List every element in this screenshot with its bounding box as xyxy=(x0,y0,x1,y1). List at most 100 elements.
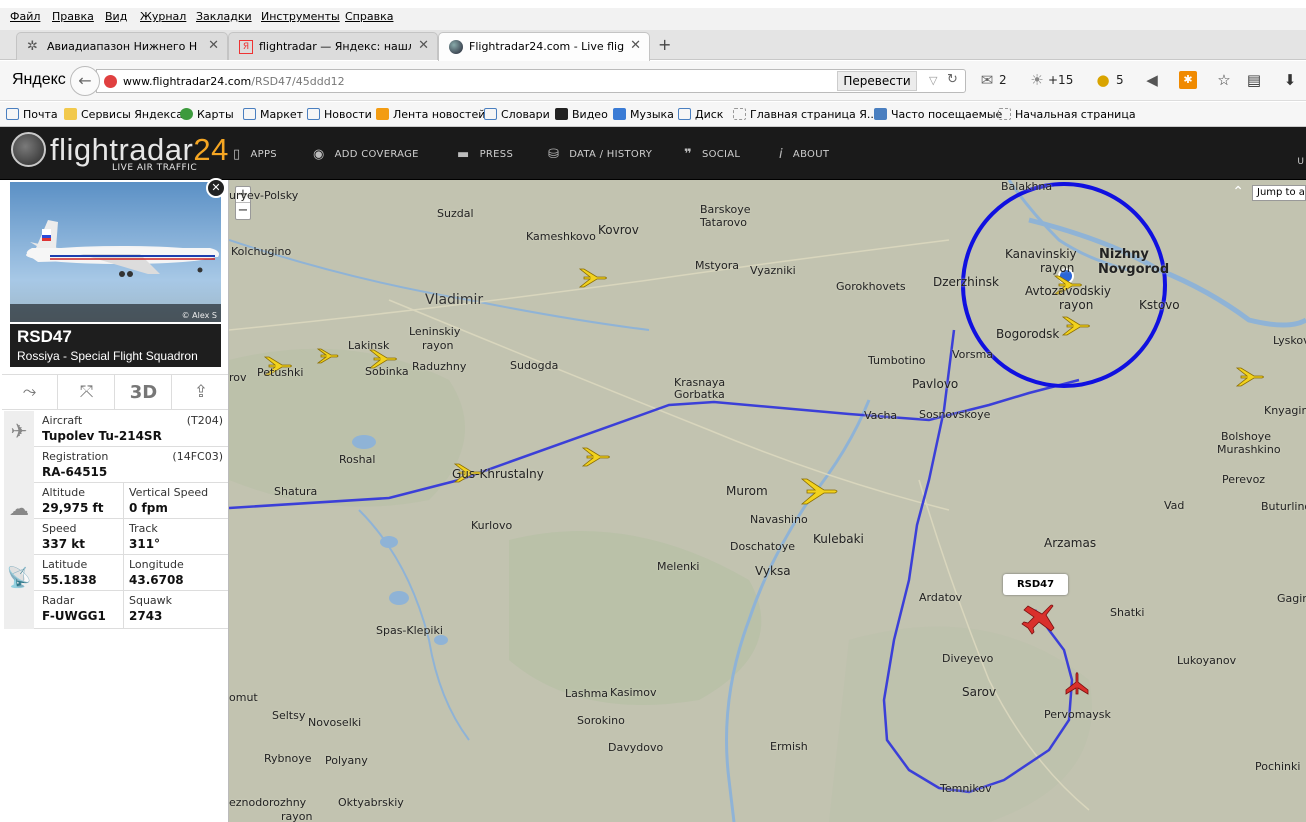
nav-add-coverage[interactable]: ◉ ADD COVERAGE xyxy=(313,147,419,162)
zoom-out-button[interactable]: − xyxy=(236,203,250,219)
tab-title: Авиадиапазон Нижнего Нов... xyxy=(47,40,197,53)
mail-icon[interactable]: ✉ xyxy=(978,71,996,89)
city-label: Rybnoye xyxy=(264,752,312,765)
maps-icon xyxy=(180,108,193,120)
url-text[interactable]: www.flightradar24.com/RSD47/45ddd12 xyxy=(123,75,345,88)
fr24-header: flightradar24 LIVE AIR TRAFFIC ▯ APPS ◉ AD… xyxy=(0,127,1306,180)
city-label: Buturlino xyxy=(1261,500,1306,513)
reading-list-icon[interactable]: ▤ xyxy=(1245,71,1263,89)
share-button[interactable]: ⇪ xyxy=(173,375,229,410)
speed-label: Speed xyxy=(42,522,77,535)
flight-map-label[interactable]: RSD47 xyxy=(1003,574,1068,595)
bookmark-label: Маркет xyxy=(260,108,304,121)
city-label: Raduzhny xyxy=(412,360,467,373)
squawk-value: 2743 xyxy=(129,609,163,623)
flightradar-favicon-icon xyxy=(449,40,463,54)
bookmark-label: Словари xyxy=(501,108,550,121)
bookmark-market[interactable]: Маркет xyxy=(243,108,303,121)
close-icon[interactable]: ✕ xyxy=(208,38,219,53)
registration-value: RA-64515 xyxy=(42,465,108,479)
site-identity-icon[interactable] xyxy=(104,75,117,88)
divider xyxy=(123,555,124,591)
bookmark-news[interactable]: Новости xyxy=(307,108,372,121)
nav-about[interactable]: i ABOUT xyxy=(779,147,829,162)
close-panel-button[interactable]: ✕ xyxy=(206,178,226,198)
menu-tools[interactable]: Инструменты xyxy=(261,10,340,23)
bookmark-video[interactable]: Видео xyxy=(555,108,608,121)
star-icon[interactable]: ☆ xyxy=(1215,71,1233,89)
tab-flightradar[interactable]: Flightradar24.com - Live flight... ✕ xyxy=(438,32,650,61)
longitude-value: 43.6708 xyxy=(129,573,184,587)
reload-icon[interactable]: ↻ xyxy=(947,72,958,87)
city-label: Kanavinskiy xyxy=(1005,247,1077,261)
nav-label: APPS xyxy=(250,149,277,160)
city-label: Petushki xyxy=(257,366,304,379)
bookmark-maps[interactable]: Карты xyxy=(180,108,234,121)
traffic-icon[interactable]: ● xyxy=(1094,71,1112,89)
altitude-label: Altitude xyxy=(42,486,85,499)
gear-site-icon: ✲ xyxy=(27,39,38,54)
url-dropdown-icon[interactable]: ▽ xyxy=(929,74,937,87)
bookmark-music[interactable]: Музыка xyxy=(613,108,674,121)
city-label: Spas-Klepiki xyxy=(376,624,443,637)
mail-count[interactable]: 2 xyxy=(999,73,1007,87)
logo-main: flightradar xyxy=(50,132,194,167)
city-label: Sosnovskoye xyxy=(919,408,991,421)
info-icon: i xyxy=(779,147,783,162)
weather-temp[interactable]: +15 xyxy=(1048,73,1073,87)
translate-button[interactable]: Перевести xyxy=(837,71,917,91)
divider xyxy=(123,483,124,519)
city-label: Navashino xyxy=(750,513,808,526)
close-icon[interactable]: ✕ xyxy=(418,38,429,53)
route-icon: ⤳ xyxy=(22,382,37,402)
odnoklassniki-icon[interactable]: ✱ xyxy=(1179,71,1197,89)
map-view[interactable]: + − ⌃ Jump to ar RSD47 uryev-Polsky Suzd… xyxy=(229,180,1306,822)
tab-yandex-search[interactable]: Я flightradar — Яндекс: нашло... ✕ xyxy=(228,32,438,60)
city-label: Avtozavodskiy xyxy=(1025,284,1112,298)
bookmark-news-feed[interactable]: Лента новостей xyxy=(376,108,485,121)
traffic-level[interactable]: 5 xyxy=(1116,73,1124,87)
bookmark-disk[interactable]: Диск xyxy=(678,108,723,121)
city-label: Vorsma xyxy=(952,348,994,361)
bookmark-yandex-home[interactable]: Главная страница Я... xyxy=(733,108,877,121)
menu-bookmarks[interactable]: Закладки xyxy=(196,10,252,23)
registration-label: Registration xyxy=(42,450,109,463)
nav-data-history[interactable]: ⛁ DATA / HISTORY xyxy=(548,147,652,162)
back-button[interactable]: ← xyxy=(70,66,100,96)
route-button[interactable]: ⤳ xyxy=(2,375,58,410)
bookmark-mail[interactable]: Почта xyxy=(6,108,58,121)
chevron-up-icon[interactable]: ⌃ xyxy=(1232,184,1244,200)
menu-help[interactable]: Справка xyxy=(345,10,393,23)
download-icon[interactable]: ⬇ xyxy=(1281,71,1299,89)
weather-sun-icon[interactable]: ☀ xyxy=(1028,71,1046,89)
nav-social[interactable]: ❞ SOCIAL xyxy=(684,147,740,162)
nav-apps[interactable]: ▯ APPS xyxy=(233,147,277,162)
jump-to-input[interactable]: Jump to ar xyxy=(1252,185,1306,201)
city-label: Bolshoye xyxy=(1221,430,1272,443)
nav-press[interactable]: ▬ PRESS xyxy=(457,147,513,162)
bookmark-dictionaries[interactable]: Словари xyxy=(484,108,550,121)
menu-file[interactable]: Файл xyxy=(10,10,40,23)
menu-edit[interactable]: Правка xyxy=(52,10,94,23)
center-button[interactable]: ⤧ xyxy=(59,375,115,410)
aircraft-photo[interactable]: © Alex S xyxy=(10,182,221,322)
city-label: Kulebaki xyxy=(813,532,864,546)
bookmark-start-page[interactable]: Начальная страница xyxy=(998,108,1136,121)
city-label: Pervomaysk xyxy=(1044,708,1111,721)
fr24-globe-icon[interactable] xyxy=(11,132,46,167)
new-tab-icon[interactable]: + xyxy=(658,35,671,54)
city-label: Gagin xyxy=(1277,592,1306,605)
close-icon[interactable]: ✕ xyxy=(630,38,641,53)
menu-history[interactable]: Журнал xyxy=(140,10,186,23)
url-bar[interactable]: www.flightradar24.com/RSD47/45ddd12 Пере… xyxy=(96,69,966,93)
bookmark-label: Почта xyxy=(23,108,58,121)
flight-callsign: RSD47 xyxy=(17,327,72,346)
speaker-icon[interactable]: ◀ xyxy=(1143,71,1161,89)
menu-view[interactable]: Вид xyxy=(105,10,127,23)
bookmark-most-visited[interactable]: Часто посещаемые xyxy=(874,108,1002,121)
3d-view-button[interactable]: 3D xyxy=(116,375,172,410)
bookmark-yandex-services[interactable]: Сервисы Яндекса xyxy=(64,108,183,121)
city-label: Diveyevo xyxy=(942,652,994,665)
tab-aviarange[interactable]: ✲ Авиадиапазон Нижнего Нов... ✕ xyxy=(16,32,228,60)
header-right-text: U xyxy=(1297,157,1304,167)
